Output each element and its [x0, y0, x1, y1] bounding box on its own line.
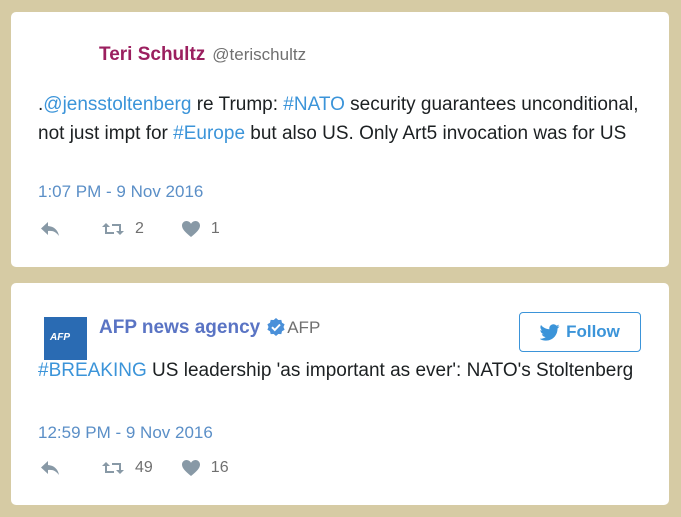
- author-display-name[interactable]: Teri Schultz: [99, 44, 205, 66]
- tweet-card-afp: AFP AFP news agency AFP Follow #BREAKING…: [11, 283, 669, 505]
- verified-badge-icon: [266, 317, 286, 342]
- like-count: 1: [210, 220, 220, 237]
- tweet-text: .@jensstoltenberg re Trump: #NATO securi…: [38, 90, 649, 148]
- like-button[interactable]: 1: [181, 220, 220, 238]
- avatar[interactable]: AFP: [44, 317, 87, 360]
- mention-link[interactable]: @jensstoltenberg: [43, 94, 191, 115]
- tweet-author[interactable]: AFP news agency AFP: [99, 313, 320, 339]
- hashtag-link[interactable]: #NATO: [283, 94, 345, 115]
- tweet-actions: 2 1: [39, 220, 220, 238]
- follow-button[interactable]: Follow: [519, 312, 641, 352]
- tweet-author[interactable]: Teri Schultz @terischultz: [99, 44, 306, 66]
- tweet-timestamp[interactable]: 12:59 PM - 9 Nov 2016: [38, 423, 213, 443]
- retweet-count: 49: [135, 459, 153, 476]
- twitter-bird-icon: [540, 323, 560, 341]
- reply-icon: [41, 461, 59, 475]
- avatar-logo-text: AFP: [50, 332, 70, 343]
- like-count: 16: [210, 459, 229, 476]
- retweet-count: 2: [135, 220, 144, 237]
- retweet-icon: [102, 223, 124, 235]
- tweet-text-part: re Trump:: [191, 94, 284, 115]
- retweet-button[interactable]: 2: [101, 220, 144, 238]
- tweet-text-part: but also US. Only Art5 invocation was fo…: [245, 123, 627, 144]
- tweet-timestamp[interactable]: 1:07 PM - 9 Nov 2016: [38, 182, 203, 202]
- reply-button[interactable]: [39, 460, 61, 476]
- reply-button[interactable]: [39, 221, 61, 237]
- retweet-button[interactable]: 49: [101, 459, 153, 477]
- retweet-icon: [102, 462, 124, 474]
- follow-label: Follow: [566, 322, 620, 341]
- tweet-card-terischultz: Teri Schultz @terischultz .@jensstoltenb…: [11, 12, 669, 267]
- author-handle[interactable]: AFP: [287, 318, 320, 338]
- tweet-text-part: US leadership 'as important as ever': NA…: [146, 360, 634, 381]
- hashtag-link[interactable]: #BREAKING: [38, 360, 147, 381]
- heart-icon: [181, 221, 200, 237]
- reply-icon: [41, 222, 59, 236]
- author-display-name[interactable]: AFP news agency: [99, 317, 260, 339]
- tweet-text: #BREAKING US leadership 'as important as…: [38, 356, 649, 385]
- heart-icon: [181, 460, 200, 476]
- author-handle[interactable]: @terischultz: [212, 45, 306, 65]
- like-button[interactable]: 16: [181, 459, 229, 477]
- hashtag-link[interactable]: #Europe: [173, 123, 245, 144]
- tweet-actions: 49 16: [39, 459, 229, 477]
